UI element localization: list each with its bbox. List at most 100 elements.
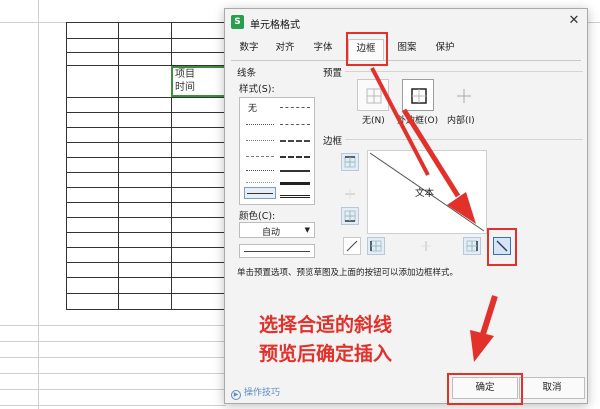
line-style-option[interactable] xyxy=(246,124,274,125)
tips-link[interactable]: ▶ 操作技巧 xyxy=(231,385,280,400)
table-border xyxy=(66,277,228,278)
selected-line-sample xyxy=(247,193,273,194)
line-style-option[interactable] xyxy=(246,170,274,171)
border-top-icon xyxy=(344,156,356,168)
preset-outline-button[interactable] xyxy=(402,79,434,111)
style-label: 样式(S): xyxy=(239,84,275,95)
grid-line xyxy=(0,341,226,342)
line-group-title: 线条 xyxy=(237,68,257,79)
line-style-option[interactable] xyxy=(280,182,310,185)
border-bottom-button[interactable] xyxy=(341,207,359,225)
dialog-title: 单元格格式 xyxy=(250,20,300,31)
border-outline-icon xyxy=(411,88,427,104)
border-none-icon xyxy=(366,88,382,104)
color-value: 自动 xyxy=(262,228,281,238)
border-left-icon xyxy=(370,240,382,252)
table-border xyxy=(66,22,67,309)
cell-line-2: 时间 xyxy=(175,82,195,93)
tab-font[interactable]: 字体 xyxy=(307,39,339,61)
table-border xyxy=(66,217,228,218)
ok-button-highlight xyxy=(447,373,523,405)
color-preview-line xyxy=(244,251,310,252)
table-border xyxy=(66,127,228,128)
table-border xyxy=(66,52,228,53)
line-style-option[interactable] xyxy=(280,156,310,158)
grid-line xyxy=(0,405,226,406)
border-bottom-icon xyxy=(344,210,356,222)
color-preview-box xyxy=(239,244,315,258)
tips-label: 操作技巧 xyxy=(244,388,281,398)
format-cells-dialog: S 单元格格式 ✕ 数字 对齐 字体 边框 图案 保护 线条 样式(S): 无 … xyxy=(224,8,588,405)
line-style-option[interactable] xyxy=(246,156,274,157)
table-border xyxy=(66,38,228,39)
border-right-icon xyxy=(466,240,478,252)
chevron-down-icon: ▼ xyxy=(304,226,310,234)
table-border xyxy=(66,232,228,233)
grid-line xyxy=(0,357,226,358)
tab-protection[interactable]: 保护 xyxy=(429,39,461,61)
preset-inside-label: 内部(I) xyxy=(447,116,475,126)
diagonal-up-button[interactable] xyxy=(343,237,361,255)
close-icon[interactable]: ✕ xyxy=(567,14,581,28)
line-style-option[interactable] xyxy=(280,170,310,172)
tab-panel-divider xyxy=(231,60,581,61)
border-inner-horizontal-icon xyxy=(345,189,355,199)
app-logo-icon: S xyxy=(231,15,244,29)
border-inside-icon xyxy=(457,89,471,103)
border-inner-horizontal-button[interactable] xyxy=(341,185,359,203)
line-style-option[interactable] xyxy=(246,140,274,141)
tab-alignment[interactable]: 对齐 xyxy=(269,39,301,61)
preset-inside-button[interactable] xyxy=(447,79,479,111)
diagonal-down-highlight xyxy=(487,228,517,266)
grid-line xyxy=(0,373,226,374)
border-left-button[interactable] xyxy=(367,237,385,255)
grid-line xyxy=(0,325,226,326)
line-style-list: 无 xyxy=(239,97,315,205)
preset-none-button[interactable] xyxy=(357,79,389,111)
instruction-callout: 选择合适的斜线 预览后确定插入 xyxy=(259,311,392,369)
line-style-option[interactable] xyxy=(280,124,310,125)
line-style-option[interactable] xyxy=(280,195,310,198)
border-inner-vertical-button[interactable] xyxy=(417,237,435,255)
table-border xyxy=(66,142,228,143)
tab-border-highlight xyxy=(346,32,388,66)
tab-number[interactable]: 数字 xyxy=(233,39,265,61)
preset-outline-label: 外边框(O) xyxy=(397,116,439,126)
table-border xyxy=(66,293,228,294)
cell-line-1: 项目 xyxy=(175,69,195,80)
cancel-button[interactable]: 取消 xyxy=(519,377,585,399)
table-border xyxy=(66,22,228,23)
color-label: 颜色(C): xyxy=(239,211,276,222)
dialog-titlebar[interactable]: S 单元格格式 ✕ xyxy=(225,9,587,35)
line-style-none[interactable]: 无 xyxy=(248,101,257,114)
table-border xyxy=(66,172,228,173)
play-icon: ▶ xyxy=(231,390,241,400)
preview-text: 文本 xyxy=(415,188,435,199)
hint-text: 单击预置选项、预览草图及上面的按钮可以添加边框样式。 xyxy=(237,268,459,278)
diagonal-up-icon xyxy=(346,240,358,252)
grid-line xyxy=(0,389,226,390)
group-separator xyxy=(345,139,583,140)
preset-group-title: 预置 xyxy=(323,68,343,79)
callout-line-2: 预览后确定插入 xyxy=(259,343,393,365)
table-border xyxy=(66,187,228,188)
line-style-option[interactable] xyxy=(280,140,310,142)
line-style-selected[interactable] xyxy=(244,187,276,199)
border-right-button[interactable] xyxy=(463,237,481,255)
line-style-option[interactable] xyxy=(280,107,310,108)
table-border xyxy=(66,97,228,98)
table-border xyxy=(66,202,228,203)
border-group-title: 边框 xyxy=(323,136,343,147)
color-dropdown[interactable]: 自动 ▼ xyxy=(239,222,315,238)
border-top-button[interactable] xyxy=(341,153,359,171)
border-inner-vertical-icon xyxy=(421,241,431,251)
group-separator xyxy=(345,71,583,72)
table-border xyxy=(66,112,228,113)
table-border xyxy=(66,157,228,158)
table-border xyxy=(66,262,228,263)
table-border xyxy=(118,22,119,309)
callout-line-1: 选择合适的斜线 xyxy=(259,314,393,336)
grid-line xyxy=(38,0,39,409)
line-style-option[interactable] xyxy=(246,182,274,183)
tab-pattern[interactable]: 图案 xyxy=(391,39,423,61)
